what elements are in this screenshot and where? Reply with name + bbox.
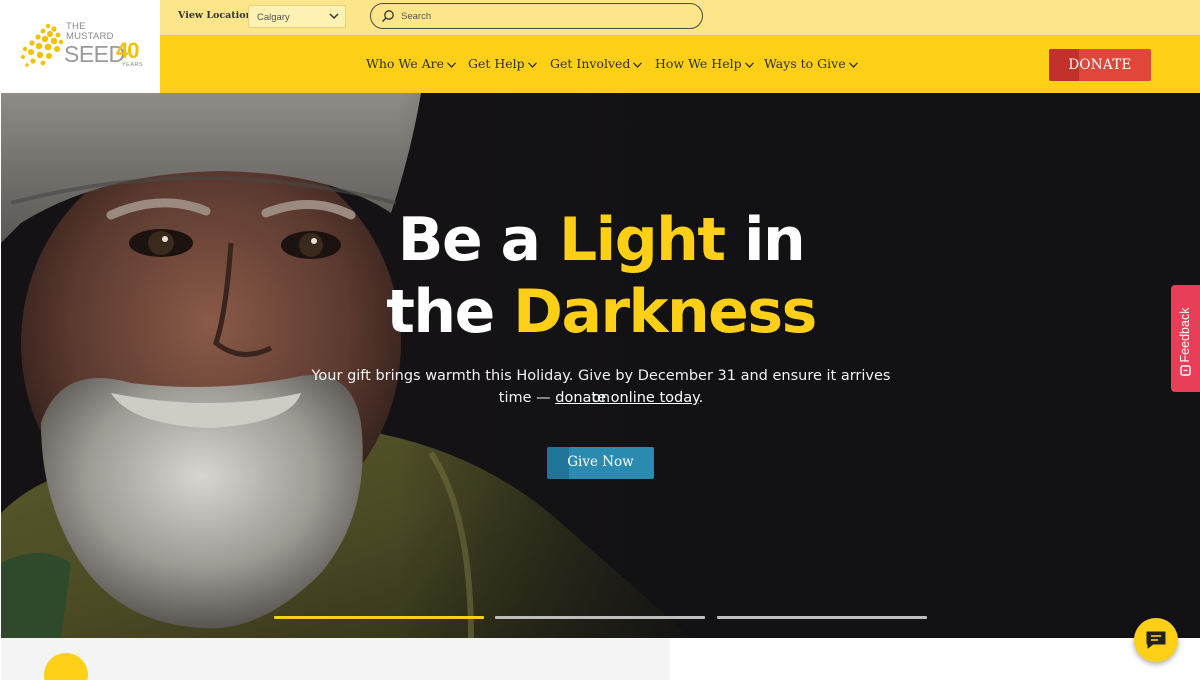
- logo-years-label: YEARS: [122, 62, 144, 68]
- search-icon: [382, 10, 394, 22]
- feedback-tab[interactable]: Feedback: [1171, 285, 1200, 392]
- donate-online-link[interactable]: donate online today: [555, 390, 698, 406]
- chevron-down-icon: [329, 13, 339, 20]
- chevron-down-icon: [447, 61, 456, 68]
- feedback-icon: [1180, 365, 1191, 376]
- give-now-button[interactable]: Give Now: [547, 447, 654, 479]
- headline-part: the: [386, 277, 514, 347]
- chevron-down-icon: [633, 61, 643, 68]
- slide-indicator-1[interactable]: [274, 616, 484, 619]
- give-now-label: Give Now: [567, 454, 634, 470]
- search-input[interactable]: Search: [370, 3, 703, 29]
- chevron-down-icon: [744, 61, 754, 68]
- nav-item-label: Ways to Give: [764, 56, 846, 71]
- content-section-preview: [1, 638, 670, 680]
- subtext-part: .: [698, 390, 704, 406]
- location-select[interactable]: Calgary: [248, 5, 346, 28]
- nav-ways-to-give[interactable]: Ways to Give: [764, 56, 858, 71]
- location-value: Calgary: [257, 12, 290, 23]
- logo-anniversary-number: 40: [116, 38, 140, 63]
- nav-get-involved[interactable]: Get Involved: [550, 56, 643, 71]
- slide-indicator-2[interactable]: [495, 616, 705, 619]
- nav-item-label: How We Help: [655, 56, 742, 71]
- chevron-down-icon: [848, 61, 858, 68]
- headline-part: in: [724, 205, 806, 275]
- utility-bar: View Location: Calgary Search: [160, 0, 1200, 35]
- hero-subtext-line-2: time — donate online today.: [301, 387, 901, 409]
- nav-item-label: Who We Are: [366, 56, 444, 71]
- nav-get-help[interactable]: Get Help: [468, 56, 537, 71]
- headline-part: Be a: [397, 205, 559, 275]
- subtext-part: time —: [498, 390, 556, 406]
- main-navigation: Who We Are Get Help Get Involved How We …: [160, 35, 1200, 93]
- hero-headline-line-1: Be a Light in: [361, 205, 841, 275]
- slide-indicator-3[interactable]: [717, 616, 927, 619]
- hero-banner: Be a Light in the Darkness Your gift bri…: [1, 93, 1200, 638]
- headline-highlight: Darkness: [513, 277, 817, 347]
- donate-button[interactable]: DONATE: [1049, 49, 1151, 81]
- chat-icon: [1146, 631, 1166, 649]
- nav-item-label: Get Involved: [550, 56, 631, 71]
- site-logo[interactable]: THE MUSTARD SEED 40 YEARS: [0, 0, 160, 93]
- nav-how-we-help[interactable]: How We Help: [655, 56, 754, 71]
- nav-who-we-are[interactable]: Who We Are: [366, 56, 456, 71]
- location-label: View Location:: [178, 10, 257, 21]
- hero-headline-line-2: the Darkness: [361, 277, 841, 347]
- chevron-down-icon: [527, 61, 537, 68]
- donate-button-label: DONATE: [1068, 57, 1132, 73]
- nav-item-label: Get Help: [468, 56, 525, 71]
- search-placeholder: Search: [401, 11, 432, 22]
- chat-button[interactable]: [1134, 618, 1178, 662]
- logo-mark-icon: [21, 23, 64, 67]
- headline-highlight: Light: [558, 205, 726, 275]
